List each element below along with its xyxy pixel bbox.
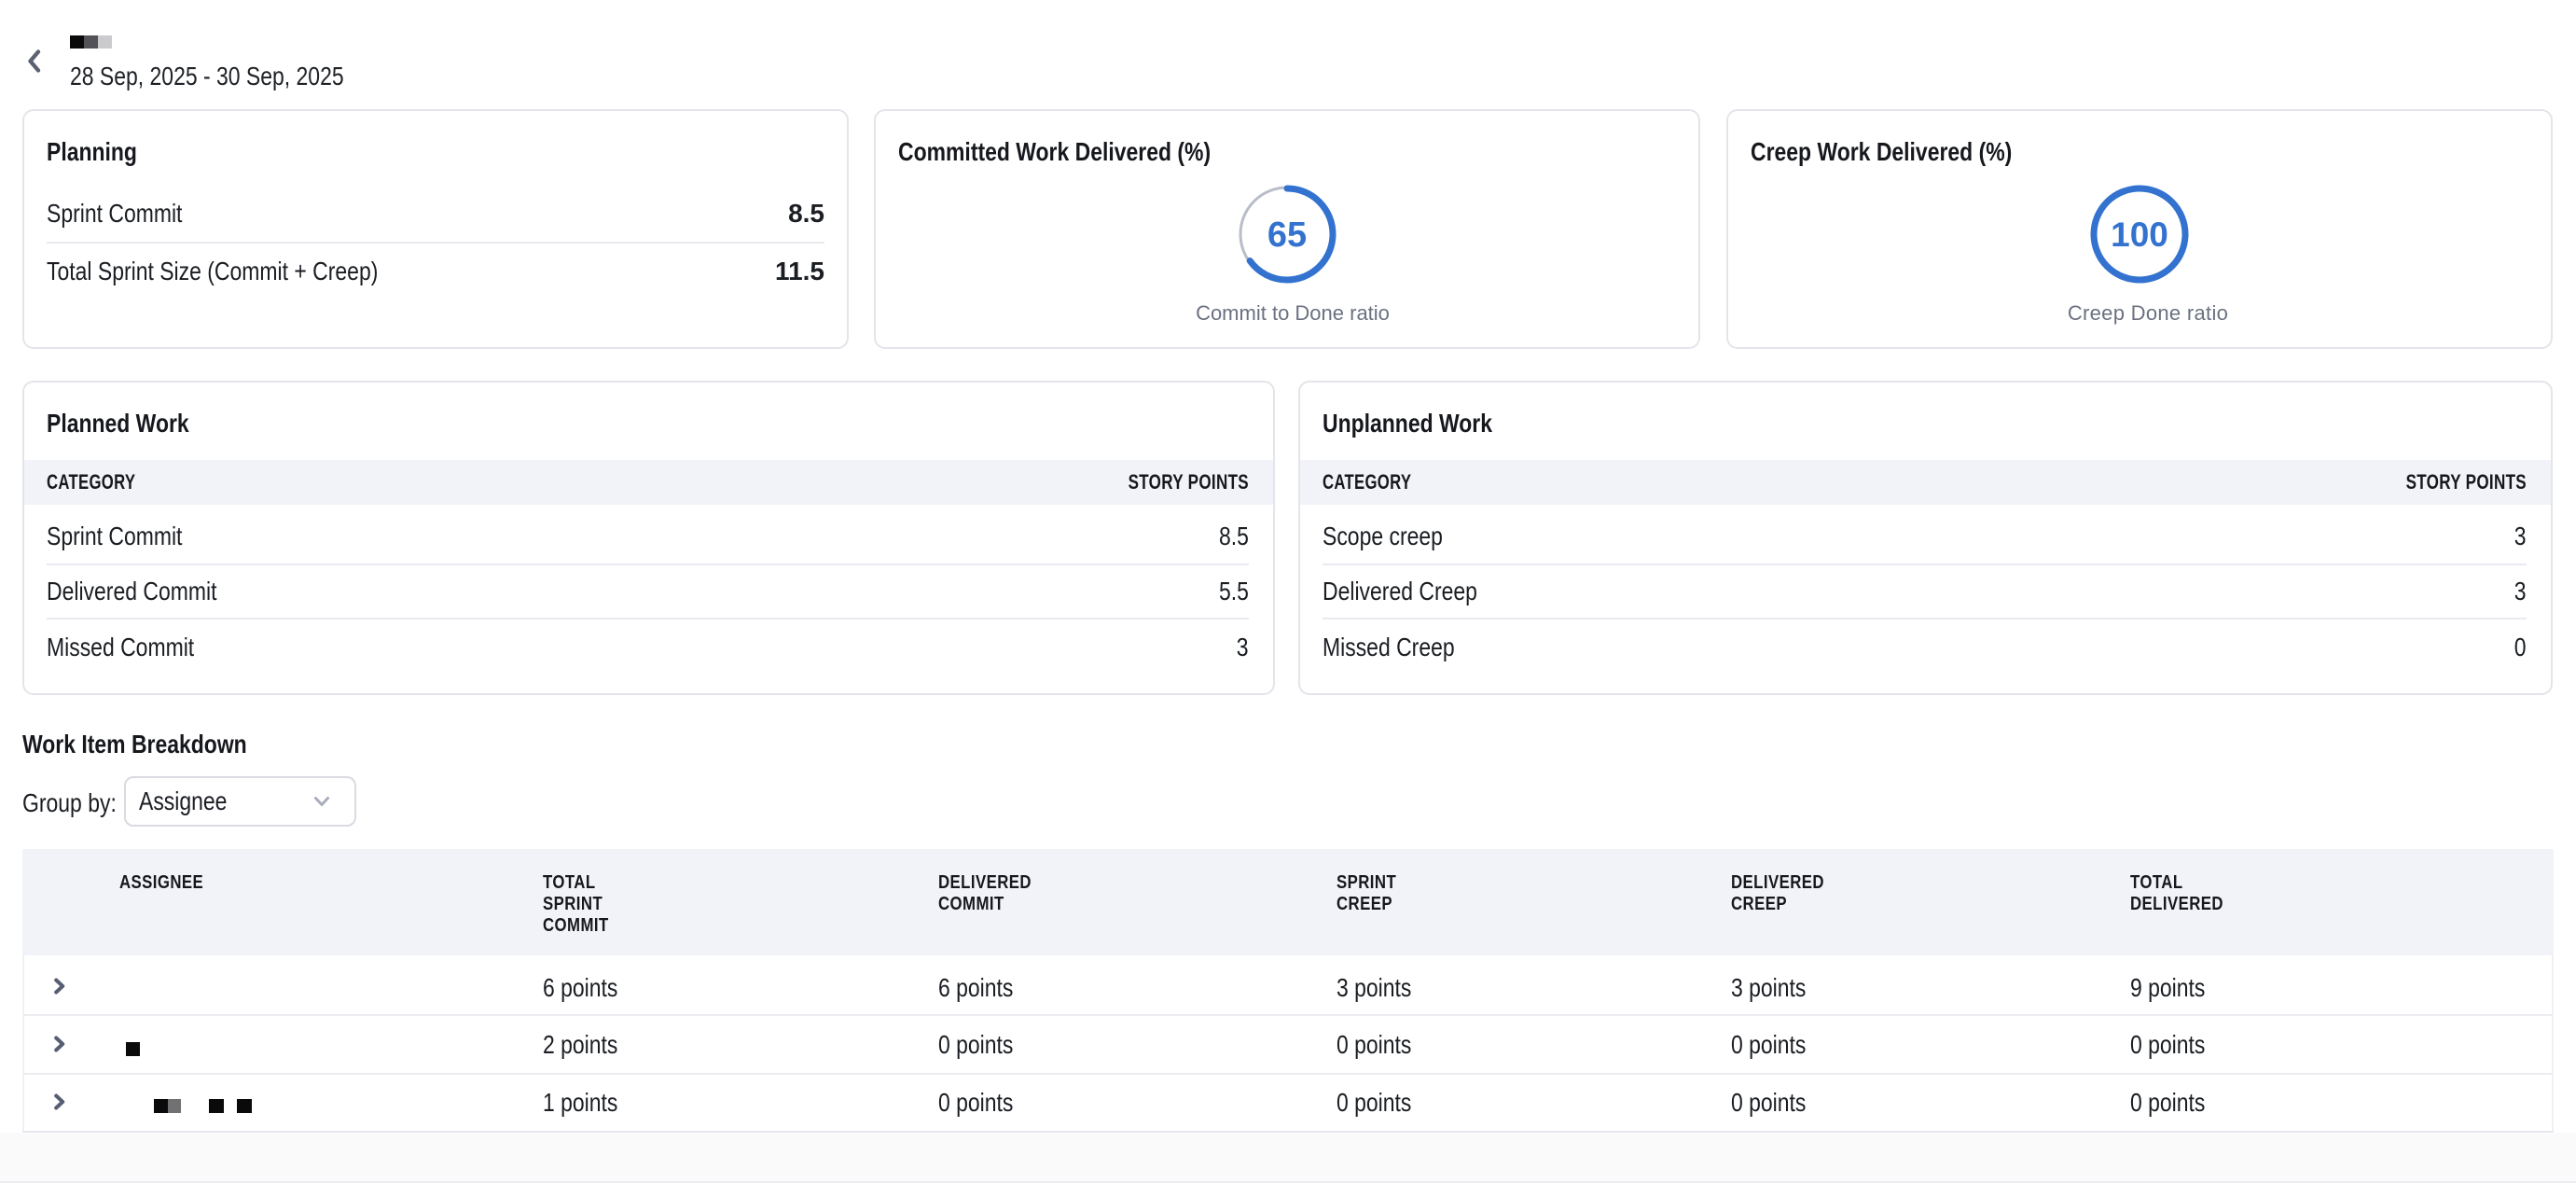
svg-text:100: 100	[2111, 216, 2168, 254]
svg-text:65: 65	[1267, 216, 1307, 255]
